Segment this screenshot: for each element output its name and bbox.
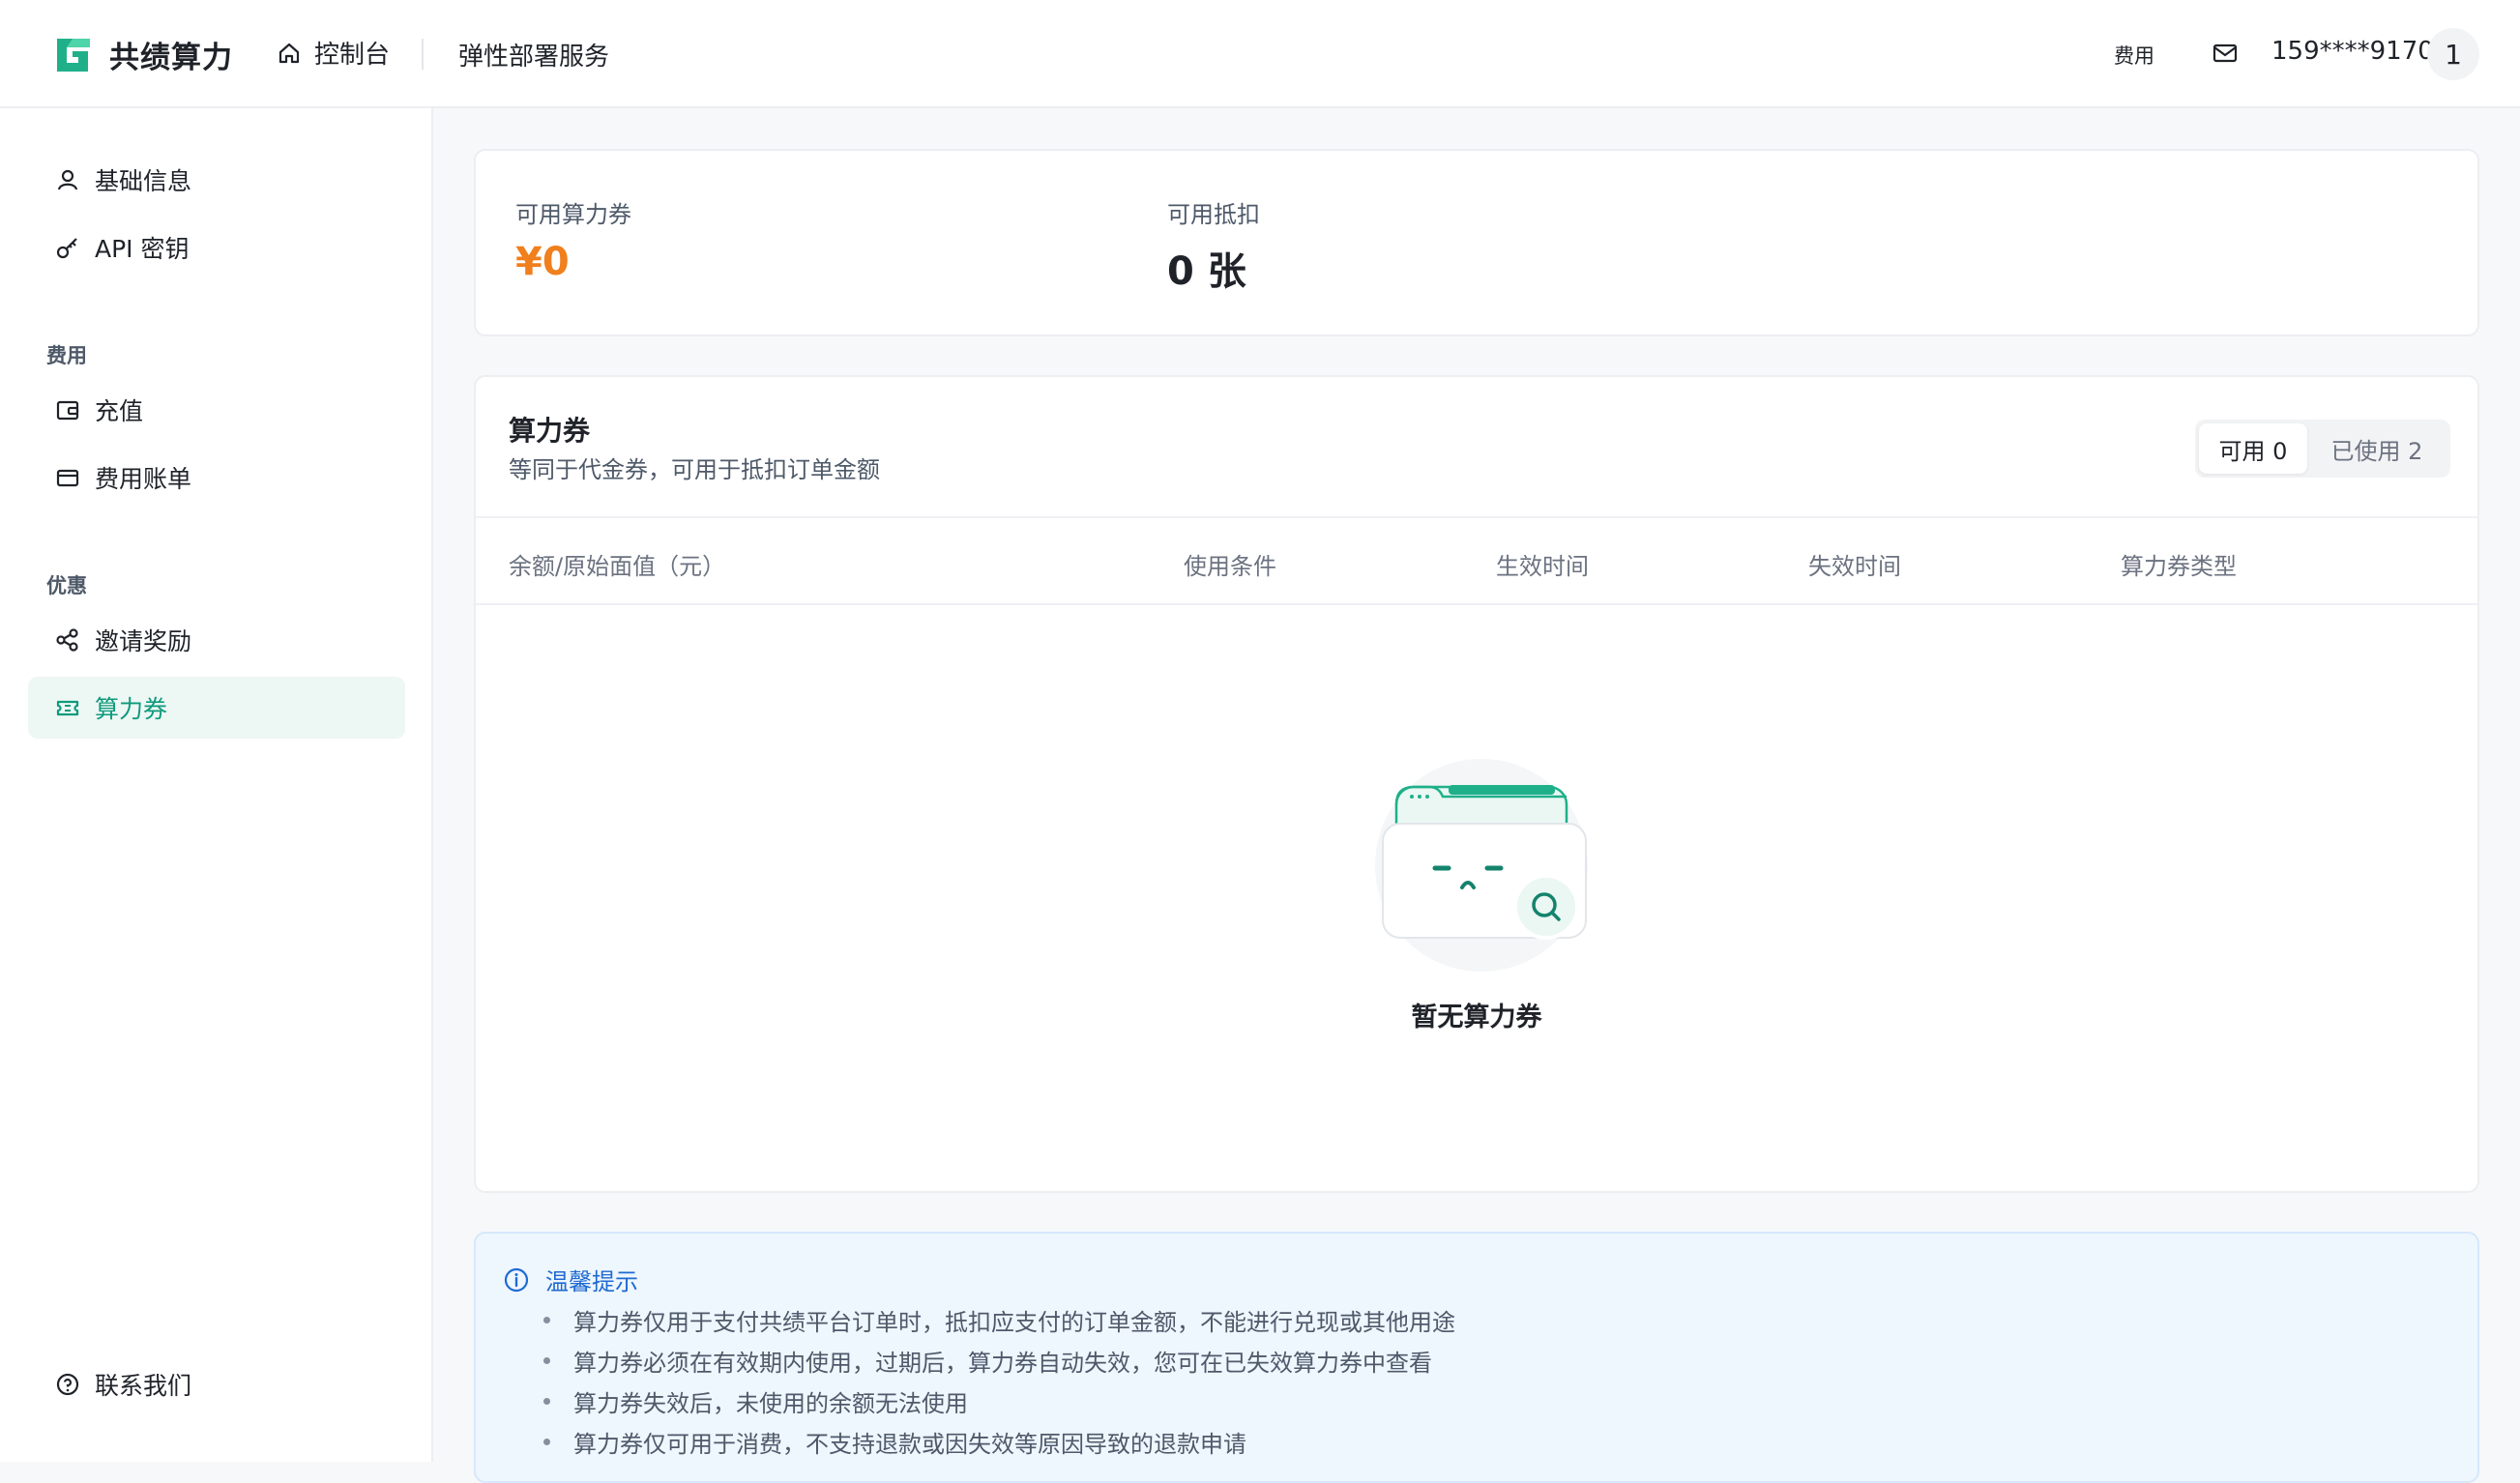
tip-item: 算力券仅可用于消费，不支持退款或因失效等原因导致的退款申请 bbox=[543, 1421, 1455, 1462]
sidebar-item-recharge[interactable]: 充值 bbox=[28, 379, 405, 441]
brand-name: 共绩算力 bbox=[109, 41, 233, 75]
sidebar-group-fee: 费用 bbox=[46, 344, 87, 367]
column-header-start-time: 生效时间 bbox=[1496, 553, 1589, 580]
deduct-value: 0 张 bbox=[1167, 249, 1246, 294]
sidebar-group-promo: 优惠 bbox=[46, 574, 87, 597]
sidebar-item-basic-info[interactable]: 基础信息 bbox=[28, 149, 405, 211]
help-icon bbox=[54, 1371, 81, 1398]
column-header-expire-time: 失效时间 bbox=[1808, 553, 1901, 580]
deduct-label: 可用抵扣 bbox=[1167, 201, 1260, 228]
sidebar: 基础信息 API 密钥 费用 充值 费用账单 优惠 邀请奖励 算力券 联系我们 bbox=[0, 108, 433, 1462]
sidebar-item-label: 邀请奖励 bbox=[95, 627, 192, 655]
tips-list: 算力券仅用于支付共绩平台订单时，抵扣应支付的订单金额，不能进行兑现或其他用途 算… bbox=[543, 1299, 1455, 1462]
wallet-icon bbox=[54, 396, 81, 423]
sidebar-item-contact[interactable]: 联系我们 bbox=[28, 1353, 405, 1415]
share-icon bbox=[54, 626, 81, 654]
console-label: 控制台 bbox=[314, 41, 391, 70]
user-icon bbox=[54, 166, 81, 193]
home-icon bbox=[278, 43, 300, 63]
sidebar-item-label: 联系我们 bbox=[95, 1372, 192, 1400]
column-header-balance: 余额/原始面值（元） bbox=[509, 553, 726, 580]
coupon-status-tabs: 可用 0 已使用 2 bbox=[2195, 420, 2450, 478]
column-header-condition: 使用条件 bbox=[1184, 553, 1276, 580]
key-icon bbox=[54, 234, 81, 261]
coupon-list-card: 算力券 等同于代金券，可用于抵扣订单金额 可用 0 已使用 2 余额/原始面值（… bbox=[474, 375, 2479, 1193]
tips-panel: 温馨提示 算力券仅用于支付共绩平台订单时，抵扣应支付的订单金额，不能进行兑现或其… bbox=[474, 1232, 2479, 1483]
logo-icon bbox=[57, 38, 90, 72]
brand-logo[interactable]: 共绩算力 bbox=[53, 33, 233, 76]
tab-used[interactable]: 已使用 2 bbox=[2307, 423, 2447, 474]
available-coupon-value: ¥0 bbox=[515, 240, 570, 284]
tips-header: 温馨提示 bbox=[503, 1263, 638, 1296]
table-header: 余额/原始面值（元） 使用条件 生效时间 失效时间 算力券类型 bbox=[476, 516, 2477, 605]
info-icon bbox=[504, 1267, 529, 1292]
sidebar-item-invite[interactable]: 邀请奖励 bbox=[28, 609, 405, 671]
user-phone[interactable]: 159****9170 bbox=[2271, 37, 2434, 66]
column-header-coupon-type: 算力券类型 bbox=[2121, 553, 2237, 580]
sidebar-item-label: 费用账单 bbox=[95, 465, 192, 493]
tip-item: 算力券仅用于支付共绩平台订单时，抵扣应支付的订单金额，不能进行兑现或其他用途 bbox=[543, 1299, 1455, 1340]
console-nav-link[interactable]: 控制台 bbox=[276, 35, 390, 71]
card-icon bbox=[54, 464, 81, 491]
tab-available[interactable]: 可用 0 bbox=[2199, 423, 2307, 474]
sidebar-item-label: 算力券 bbox=[95, 695, 168, 723]
coupon-summary-card: 可用算力券 ¥0 可用抵扣 0 张 bbox=[474, 149, 2479, 336]
coupon-title: 算力券 bbox=[509, 415, 591, 447]
sidebar-item-api-key[interactable]: API 密钥 bbox=[28, 217, 405, 278]
sidebar-item-label: 基础信息 bbox=[95, 167, 192, 195]
fee-nav-link[interactable]: 费用 bbox=[2114, 41, 2154, 70]
mail-icon[interactable] bbox=[2211, 39, 2240, 72]
available-coupon-label: 可用算力券 bbox=[515, 201, 631, 228]
top-divider bbox=[422, 39, 424, 70]
tip-item: 算力券必须在有效期内使用，过期后，算力券自动失效，您可在已失效算力券中查看 bbox=[543, 1340, 1455, 1381]
sidebar-item-label: API 密钥 bbox=[95, 235, 190, 263]
sidebar-item-compute-coupon[interactable]: 算力券 bbox=[28, 677, 405, 739]
top-bar: 共绩算力 控制台 弹性部署服务 费用 159****9170 1 bbox=[0, 0, 2520, 108]
ticket-icon bbox=[54, 694, 81, 721]
sidebar-item-label: 充值 bbox=[95, 397, 144, 425]
elastic-deploy-nav-link[interactable]: 弹性部署服务 bbox=[458, 37, 609, 73]
empty-state-text: 暂无算力券 bbox=[1411, 1003, 1542, 1032]
tip-item: 算力券失效后，未使用的余额无法使用 bbox=[543, 1381, 1455, 1421]
tips-title: 温馨提示 bbox=[545, 1268, 638, 1295]
avatar[interactable]: 1 bbox=[2427, 28, 2479, 80]
empty-state-illustration bbox=[1365, 754, 1597, 980]
coupon-subtitle: 等同于代金券，可用于抵扣订单金额 bbox=[509, 456, 880, 483]
sidebar-item-billing[interactable]: 费用账单 bbox=[28, 447, 405, 509]
